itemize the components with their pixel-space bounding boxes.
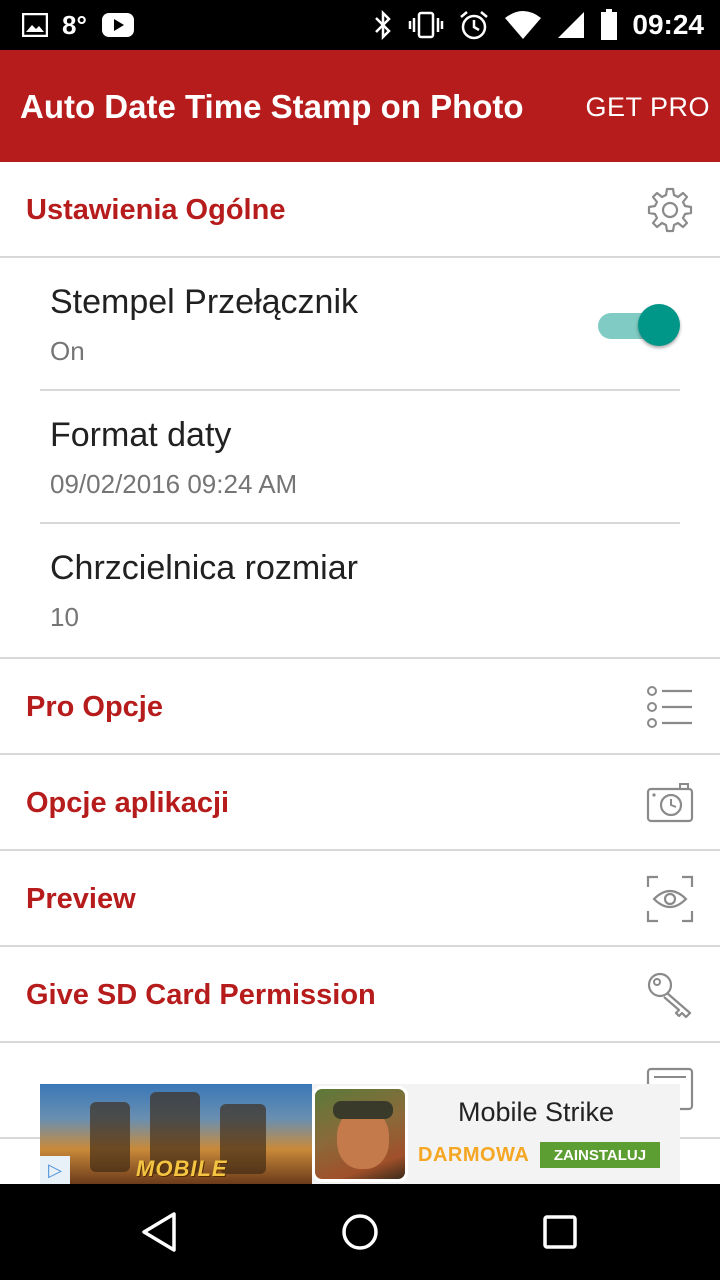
ad-soldier-figure [90, 1102, 130, 1172]
signal-icon [558, 12, 585, 38]
back-icon[interactable] [136, 1208, 184, 1256]
pref-summary: On [50, 336, 85, 366]
battery-icon [601, 9, 618, 40]
ad-goggles [333, 1101, 393, 1119]
pref-summary: 09/02/2016 09:24 AM [50, 469, 298, 499]
key-icon [647, 972, 692, 1019]
status-bar: 8° 09:24 [0, 0, 720, 50]
wifi-icon [505, 11, 542, 39]
app-bar: Auto Date Time Stamp on Photo GET PRO [0, 50, 720, 162]
section-title: Preview [26, 883, 136, 915]
image-icon [22, 13, 48, 37]
ad-banner[interactable]: MOBILE ▷ Mobile Strike DARMOWA ZAINSTALU… [40, 1084, 680, 1184]
app-title: Auto Date Time Stamp on Photo [20, 88, 524, 125]
bluetooth-icon [375, 10, 392, 40]
pref-title: Format daty [50, 416, 232, 454]
settings-list: Ustawienia Ogólne Stempel Przełącznik On… [0, 162, 720, 1139]
stamp-toggle[interactable] [598, 302, 680, 346]
ad-install-button[interactable]: ZAINSTALUJ [540, 1142, 660, 1168]
get-pro-button[interactable]: GET PRO [585, 92, 710, 123]
section-general-settings[interactable]: Ustawienia Ogólne [0, 162, 720, 258]
pref-title: Chrzcielnica rozmiar [50, 549, 358, 587]
vibrate-icon [409, 11, 444, 39]
section-title: Opcje aplikacji [26, 787, 230, 819]
ad-image-text: MOBILE [136, 1156, 228, 1181]
home-icon[interactable] [336, 1208, 384, 1256]
pref-date-format[interactable]: Format daty 09/02/2016 09:24 AM [40, 391, 680, 524]
ad-app-icon[interactable] [312, 1086, 408, 1182]
pref-stamp-switch[interactable]: Stempel Przełącznik On [40, 258, 680, 391]
navigation-bar [0, 1184, 720, 1280]
eye-icon [646, 875, 694, 923]
section-title: Pro Opcje [26, 691, 163, 723]
section-title: Give SD Card Permission [26, 979, 376, 1011]
ad-app-name[interactable]: Mobile Strike [458, 1097, 614, 1128]
list-icon [647, 686, 692, 728]
clock-text: 09:24 [632, 9, 704, 40]
section-title: Ustawienia Ogólne [26, 194, 286, 226]
ad-price: DARMOWA [418, 1144, 530, 1166]
toggle-thumb [638, 304, 680, 346]
pref-summary: 10 [50, 602, 79, 632]
gear-icon [647, 187, 693, 233]
camera-clock-icon [646, 783, 694, 823]
alarm-icon [460, 11, 489, 40]
pref-title: Stempel Przełącznik [50, 283, 359, 321]
ad-game-image[interactable]: MOBILE ▷ [40, 1084, 312, 1184]
section-app-options[interactable]: Opcje aplikacji [0, 755, 720, 851]
recents-icon[interactable] [536, 1208, 584, 1256]
ad-choices-icon[interactable]: ▷ [40, 1156, 70, 1184]
section-sd-card-permission[interactable]: Give SD Card Permission [0, 947, 720, 1043]
section-preview[interactable]: Preview [0, 851, 720, 947]
temperature-text: 8° [62, 9, 87, 40]
pref-font-size[interactable]: Chrzcielnica rozmiar 10 [0, 524, 720, 659]
section-pro-options[interactable]: Pro Opcje [0, 659, 720, 755]
youtube-icon [101, 13, 134, 37]
